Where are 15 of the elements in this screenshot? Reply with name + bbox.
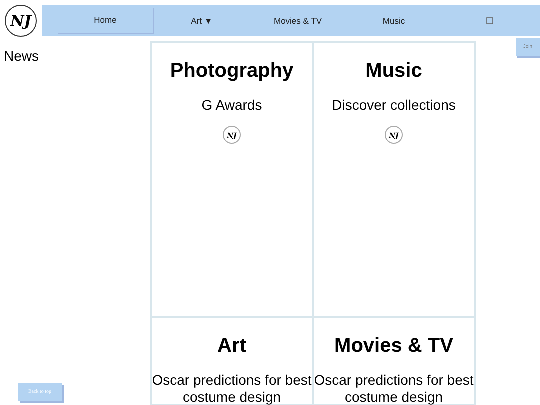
card-subtitle: Oscar predictions for best costume design [152, 372, 312, 405]
logo[interactable]: NJ [5, 4, 37, 36]
news-heading: News [3, 47, 40, 64]
card-title: Movies & TV [334, 335, 454, 358]
card-subtitle: G Awards [202, 97, 262, 114]
nav-link[interactable]: Movies & TV [250, 8, 346, 34]
nav-link[interactable]: Art ▼ [154, 8, 250, 34]
frame-icon [486, 16, 494, 24]
card-subtitle: Oscar predictions for best costume design [314, 372, 474, 405]
card-subtitle: Discover collections [332, 97, 456, 114]
nav-link[interactable]: Home [58, 8, 154, 34]
nav-link[interactable]: Music [346, 8, 442, 34]
card-title: Music [366, 60, 422, 83]
card-title: Art [218, 335, 246, 358]
card-title: Photography [170, 60, 294, 83]
